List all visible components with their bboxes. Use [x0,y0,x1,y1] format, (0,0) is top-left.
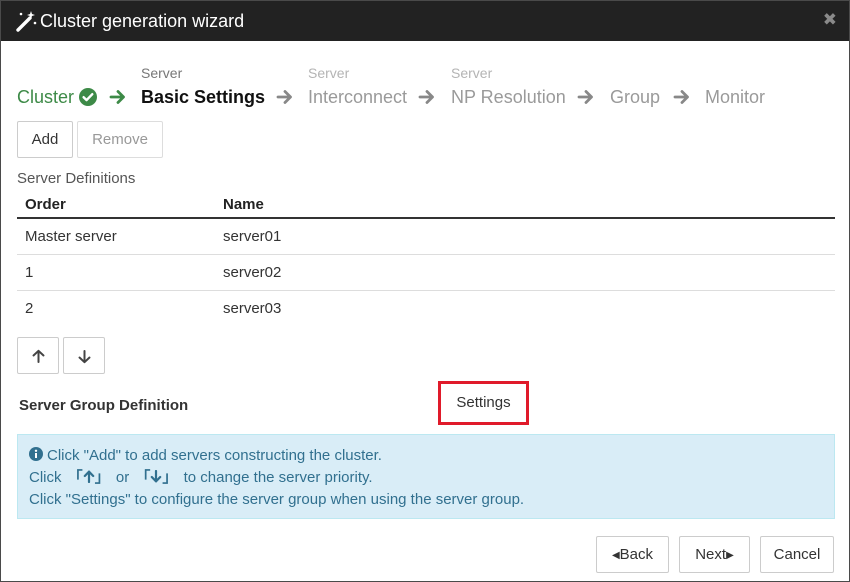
wizard-dialog: Cluster generation wizard ✖ Cluster Serv… [0,0,850,582]
remove-button[interactable]: Remove [77,121,163,158]
move-down-button[interactable] [63,337,105,374]
move-up-button[interactable] [17,337,59,374]
step-basic-settings-sublabel: Server [141,65,183,81]
magic-wand-icon [16,11,37,32]
step-interconnect-label: Interconnect [308,87,408,107]
caret-left-icon: ◀ [611,550,620,561]
arrow-right-icon [577,90,593,104]
dialog-title: Cluster generation wizard [40,11,245,31]
order-cell: 1 [17,254,215,291]
back-button[interactable]: ◀Back [596,536,669,573]
step-np-resolution-label: NP Resolution [451,87,566,107]
order-cell: 2 [25,300,34,317]
step-monitor-label: Monitor [705,87,766,107]
info-line-3: Click "Settings" to configure the server… [29,491,525,508]
step-interconnect-sublabel: Server [308,65,350,81]
close-icon[interactable]: ✖ [823,11,837,29]
step-np-resolution-sublabel: Server [451,65,493,81]
arrow-down-icon [78,350,91,364]
name-cell: server02 [215,254,835,291]
check-circle-icon [79,88,98,106]
table-header-row: Order Name [17,191,835,219]
column-header-name: Name [215,191,835,219]
caret-right-icon: ▶ [726,550,734,561]
info-line-2-text-a: Click [29,469,62,486]
step-cluster-label: Cluster [17,87,75,107]
order-cell: Master server [17,218,215,255]
arrow-up-icon [32,349,45,363]
bracket-down-arrow-icon: 「」 [135,469,178,486]
bracket-up-arrow-icon: 「」 [67,469,110,486]
table-row[interactable]: 1 server02 [17,254,835,291]
info-line-1-text: Click "Add" to add servers constructing … [47,447,382,464]
next-button[interactable]: Next▶ [679,536,750,573]
back-button-label: Back [619,546,654,563]
info-line-2: Click 「」 or 「」 to change the server prio… [29,468,834,490]
add-button[interactable]: Add [17,121,73,158]
name-cell: server01 [215,218,835,255]
table-row[interactable]: 2 server03 [17,291,835,327]
info-line-2-text-c: to change the server priority. [183,469,373,486]
server-definitions-table: Order Name Master server server01 1 serv… [17,191,835,326]
arrow-right-icon [418,90,434,104]
title-bar: Cluster generation wizard ✖ [1,1,849,41]
step-group-label: Group [610,87,661,107]
arrow-right-icon [673,90,689,104]
column-header-order: Order [17,191,215,219]
cancel-button[interactable]: Cancel [760,536,834,573]
arrow-right-icon [276,90,292,104]
settings-highlight-frame [438,381,529,425]
table-row[interactable]: Master server server01 [17,218,835,255]
info-panel: Click "Add" to add servers constructing … [17,434,835,519]
server-group-definition-label: Server Group Definition [19,397,189,414]
arrow-right-icon [109,90,125,104]
server-definitions-label: Server Definitions [17,170,136,187]
info-icon [29,447,43,461]
next-button-label: Next [695,546,727,563]
info-line-2-text-b: or [115,469,130,486]
info-line-1: Click "Add" to add servers constructing … [29,446,834,468]
step-basic-settings-label: Basic Settings [141,87,266,107]
name-cell: server03 [223,300,282,317]
